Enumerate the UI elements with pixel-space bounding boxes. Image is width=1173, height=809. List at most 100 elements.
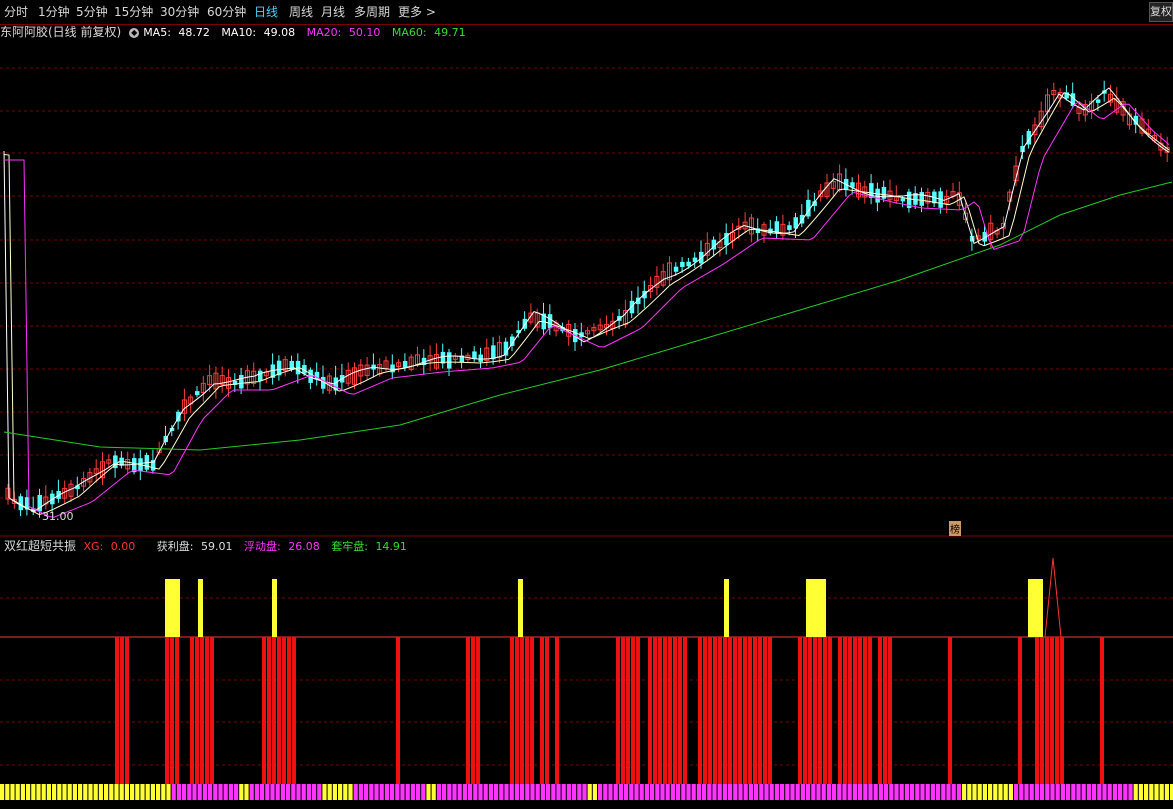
profit-label: 获利盘: — [156, 540, 194, 553]
indicator-red-bar — [1050, 637, 1054, 784]
bottom-strip-bar — [130, 784, 135, 800]
kline-chart[interactable] — [0, 0, 1173, 809]
indicator-red-bar — [621, 637, 625, 784]
indicator-red-bar — [683, 637, 687, 784]
low-price-label: 31.00 — [42, 510, 74, 523]
bottom-strip-bar — [218, 784, 223, 800]
bottom-strip-bar — [852, 784, 857, 800]
bottom-strip-bar — [462, 784, 467, 800]
bottom-strip-bar — [1055, 784, 1060, 800]
bottom-strip-bar — [899, 784, 904, 800]
bottom-strip-bar — [587, 784, 592, 800]
bottom-strip-bar — [358, 784, 363, 800]
indicator-red-bar — [165, 637, 169, 784]
bottom-strip-bar — [514, 784, 519, 800]
bottom-strip-bar — [57, 784, 62, 800]
bottom-strip-bar — [83, 784, 88, 800]
candle-body — [919, 192, 924, 206]
bottom-strip-bar — [540, 784, 545, 800]
bottom-strip-bar — [551, 784, 556, 800]
indicator-red-bar — [540, 637, 544, 784]
indicator-yellow-bar — [821, 579, 826, 637]
bottom-strip-bar — [837, 784, 842, 800]
bottom-strip-bar — [592, 784, 597, 800]
bottom-strip-bar — [312, 784, 317, 800]
bottom-strip-bar — [431, 784, 436, 800]
candle-body — [875, 188, 880, 203]
bottom-strip-bar — [1133, 784, 1138, 800]
bottom-strip-bar — [733, 784, 738, 800]
bottom-strip-bar — [192, 784, 197, 800]
indicator-red-bar — [743, 637, 747, 784]
bottom-strip-bar — [811, 784, 816, 800]
candle-body — [491, 345, 496, 360]
bottom-strip-bar — [670, 784, 675, 800]
candle-body — [1095, 99, 1101, 103]
indicator-red-bar — [555, 637, 559, 784]
bottom-strip-bar — [5, 784, 10, 800]
bottom-strip-bar — [72, 784, 77, 800]
bottom-strip-bar — [109, 784, 114, 800]
bottom-strip-bar — [988, 784, 993, 800]
bottom-strip-bar — [1076, 784, 1081, 800]
bottom-strip-bar — [696, 784, 701, 800]
indicator-red-bar — [170, 637, 174, 784]
bottom-strip-bar — [993, 784, 998, 800]
indicator-red-bar — [753, 637, 757, 784]
bottom-strip-bar — [62, 784, 67, 800]
bottom-strip-bar — [774, 784, 779, 800]
bottom-strip-bar — [208, 784, 213, 800]
indicator-red-bar — [733, 637, 737, 784]
bottom-strip-bar — [681, 784, 686, 800]
indicator-yellow-bar — [811, 579, 816, 637]
bottom-strip-bar — [759, 784, 764, 800]
bottom-strip-bar — [26, 784, 31, 800]
indicator-yellow-bar — [806, 579, 811, 637]
bottom-strip-bar — [0, 784, 5, 800]
bottom-strip-bar — [1092, 784, 1097, 800]
indicator-red-bar — [758, 637, 762, 784]
bottom-strip-bar — [442, 784, 447, 800]
bottom-strip-bar — [951, 784, 956, 800]
bottom-strip-bar — [665, 784, 670, 800]
bottom-strip-bar — [691, 784, 696, 800]
bottom-strip-bar — [795, 784, 800, 800]
indicator-red-bar — [808, 637, 812, 784]
indicator-red-bar — [763, 637, 767, 784]
bottom-strip-bar — [546, 784, 551, 800]
bottom-strip-bar — [946, 784, 951, 800]
bottom-strip-bar — [904, 784, 909, 800]
indicator-red-bar — [703, 637, 707, 784]
bottom-strip-bar — [98, 784, 103, 800]
indicator-red-bar — [277, 637, 281, 784]
bottom-strip-bar — [156, 784, 161, 800]
bottom-strip-bar — [1097, 784, 1102, 800]
bottom-strip-bar — [405, 784, 410, 800]
bottom-strip-bar — [343, 784, 348, 800]
indicator-red-bar — [818, 637, 822, 784]
bottom-strip-bar — [743, 784, 748, 800]
bottom-strip-bar — [421, 784, 426, 800]
bottom-strip-bar — [410, 784, 415, 800]
bottom-strip-bar — [306, 784, 311, 800]
bottom-strip-bar — [1034, 784, 1039, 800]
bottom-strip-bar — [244, 784, 249, 800]
indicator-name[interactable]: 双红超短共振 — [4, 539, 76, 553]
bottom-strip-bar — [1060, 784, 1065, 800]
indicator-red-bar — [858, 637, 862, 784]
indicator-red-bar — [728, 637, 732, 784]
indicator-red-bar — [631, 637, 635, 784]
bottom-strip-bar — [400, 784, 405, 800]
bottom-strip-bar — [447, 784, 452, 800]
indicator-red-bar — [848, 637, 852, 784]
bottom-strip-bar — [1045, 784, 1050, 800]
bottom-strip-bar — [525, 784, 530, 800]
event-marker[interactable]: 榜 — [949, 521, 961, 536]
bottom-strip-bar — [618, 784, 623, 800]
ma60-line — [3, 181, 1173, 451]
candle-body — [402, 360, 408, 368]
indicator-red-bar — [636, 637, 640, 784]
indicator-red-bar — [828, 637, 832, 784]
bottom-strip-bar — [676, 784, 681, 800]
indicator-red-bar — [798, 637, 802, 784]
